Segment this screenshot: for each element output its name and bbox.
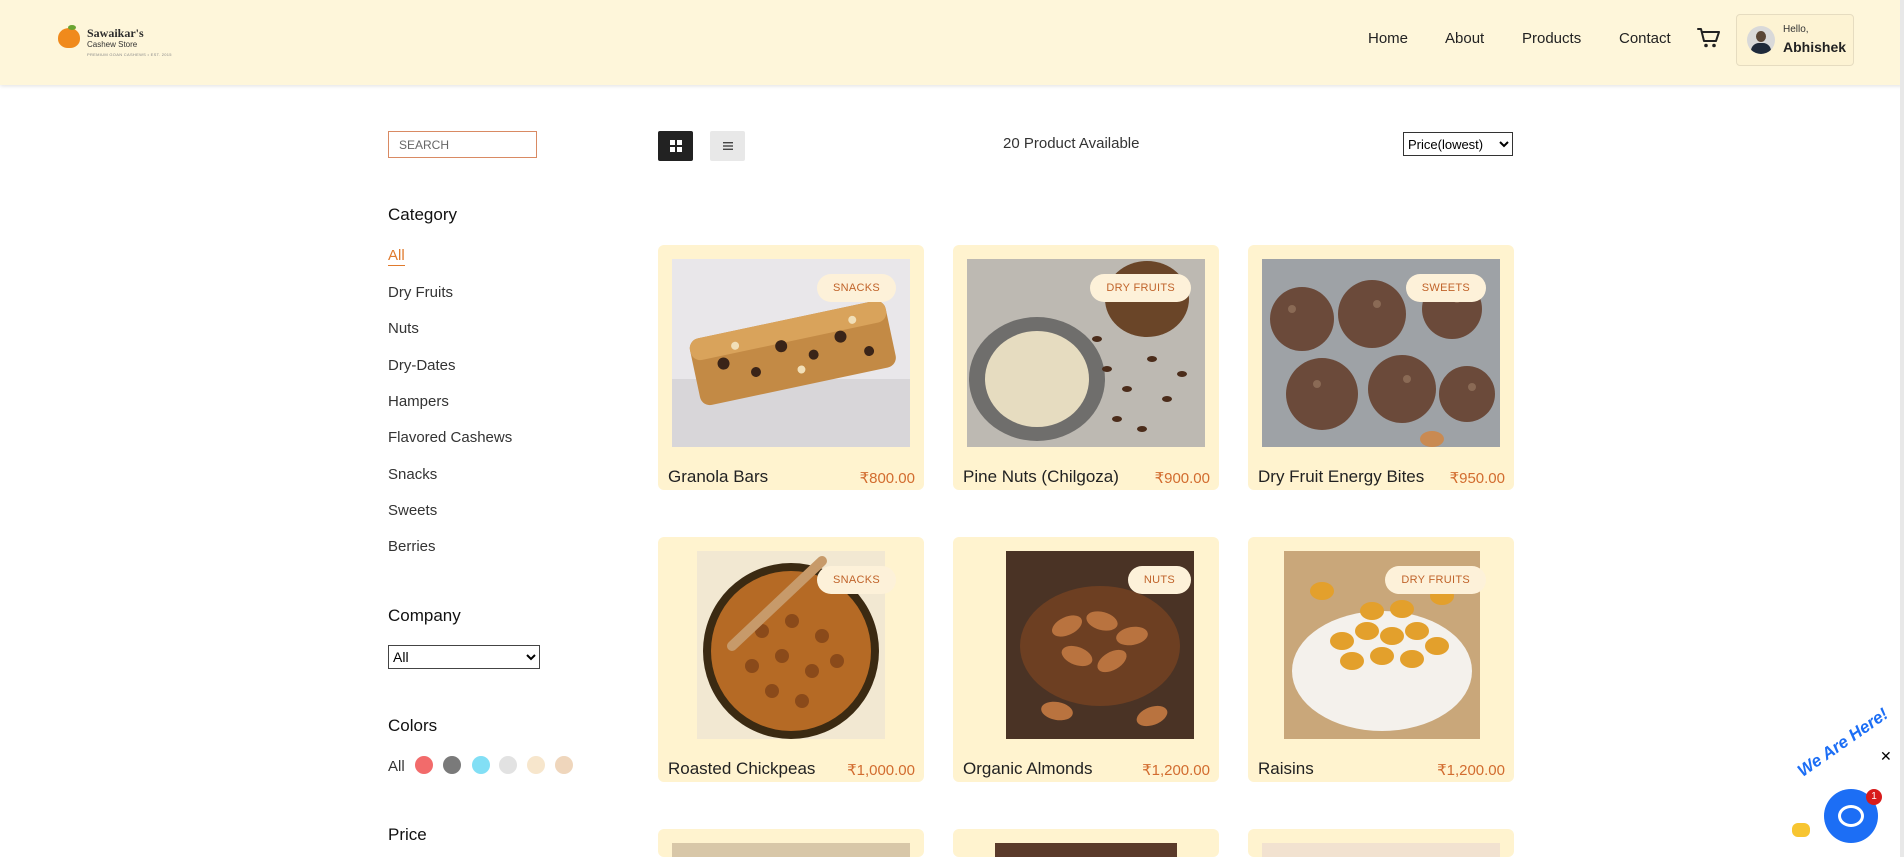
list-icon <box>722 142 733 150</box>
cashew-fruit-icon <box>58 28 80 48</box>
brand-name: Sawaikar's <box>87 26 144 40</box>
grid-icon <box>669 140 682 152</box>
product-price: ₹1,200.00 <box>1142 762 1210 779</box>
site-header: Sawaikar's Cashew Store PREMIUM GOAN CAS… <box>0 0 1904 85</box>
color-swatch-cyan[interactable] <box>472 756 490 774</box>
product-card[interactable] <box>658 829 924 857</box>
product-price: ₹800.00 <box>859 470 915 487</box>
color-swatch-light-gray[interactable] <box>499 756 517 774</box>
product-price: ₹1,200.00 <box>1437 762 1505 779</box>
category-flavored-cashews[interactable]: Flavored Cashews <box>388 429 512 446</box>
product-name: Raisins <box>1258 759 1314 778</box>
product-image <box>672 843 910 857</box>
category-hampers[interactable]: Hampers <box>388 393 449 410</box>
user-greeting: Hello, <box>1783 24 1809 35</box>
product-price: ₹950.00 <box>1449 470 1505 487</box>
category-badge: SNACKS <box>816 566 896 594</box>
category-dry-fruits[interactable]: Dry Fruits <box>388 284 453 301</box>
color-swatch-red[interactable] <box>415 756 433 774</box>
nav-home[interactable]: Home <box>1368 30 1408 47</box>
product-name: Dry Fruit Energy Bites <box>1258 467 1425 486</box>
price-title: Price <box>388 825 427 844</box>
nav-about[interactable]: About <box>1445 30 1484 47</box>
category-dry-dates[interactable]: Dry-Dates <box>388 357 456 374</box>
product-card[interactable]: SWEETS Dry Fruit Energy Bites ₹950.00 <box>1248 245 1514 490</box>
product-count: 20 Product Available <box>1003 135 1140 152</box>
category-snacks[interactable]: Snacks <box>388 466 437 483</box>
user-name: Abhishek <box>1783 39 1847 55</box>
wave-hand-icon <box>1792 823 1810 837</box>
product-price: ₹1,000.00 <box>847 762 915 779</box>
category-badge: SWEETS <box>1405 274 1486 302</box>
product-card[interactable]: SNACKS Roasted Chickpeas ₹1,000.00 <box>658 537 924 782</box>
category-sweets[interactable]: Sweets <box>388 502 437 519</box>
category-badge: SNACKS <box>816 274 896 302</box>
colors-title: Colors <box>388 716 438 735</box>
product-card[interactable] <box>953 829 1219 857</box>
product-card[interactable]: DRY FRUITS Pine Nuts (Chilgoza) ₹900.00 <box>953 245 1219 490</box>
product-image <box>1262 843 1500 857</box>
product-card[interactable]: NUTS Organic Almonds ₹1,200.00 <box>953 537 1219 782</box>
color-swatch-beige[interactable] <box>555 756 573 774</box>
chat-bubble-icon <box>1838 805 1864 827</box>
product-name: Organic Almonds <box>963 759 1093 778</box>
product-image <box>995 843 1177 857</box>
grid-view-button[interactable] <box>658 131 693 161</box>
product-card[interactable] <box>1248 829 1514 857</box>
sort-select[interactable]: Price(lowest) <box>1403 132 1513 156</box>
brand-tagline: PREMIUM GOAN CASHEWS • EST. 2015 <box>87 52 172 57</box>
product-name: Granola Bars <box>668 467 769 486</box>
product-name: Pine Nuts (Chilgoza) <box>963 467 1119 486</box>
user-menu[interactable]: Hello, Abhishek <box>1736 14 1854 66</box>
leaf-icon <box>68 25 76 30</box>
list-view-button[interactable] <box>710 131 745 161</box>
brand-subtitle: Cashew Store <box>87 40 138 49</box>
close-icon[interactable]: ✕ <box>1880 748 1892 765</box>
color-filter-all[interactable]: All <box>388 758 405 775</box>
avatar <box>1747 26 1775 54</box>
brand-logo[interactable]: Sawaikar's Cashew Store PREMIUM GOAN CAS… <box>56 22 186 62</box>
nav-products[interactable]: Products <box>1522 30 1581 47</box>
product-name: Roasted Chickpeas <box>668 759 816 778</box>
color-swatch-gray[interactable] <box>443 756 461 774</box>
search-input[interactable] <box>388 131 537 158</box>
category-berries[interactable]: Berries <box>388 538 436 555</box>
cart-icon[interactable] <box>1697 27 1721 49</box>
category-nuts[interactable]: Nuts <box>388 320 419 337</box>
chat-notification-badge: 1 <box>1866 789 1882 805</box>
company-select[interactable]: All <box>388 645 540 669</box>
company-title: Company <box>388 606 461 625</box>
category-all[interactable]: All <box>388 247 405 266</box>
category-title: Category <box>388 205 457 224</box>
category-badge: DRY FRUITS <box>1090 274 1191 302</box>
nav-contact[interactable]: Contact <box>1619 30 1671 47</box>
product-card[interactable]: DRY FRUITS Raisins ₹1,200.00 <box>1248 537 1514 782</box>
color-swatch-cream[interactable] <box>527 756 545 774</box>
chat-widget[interactable]: We Are Here! 1 ✕ <box>1788 704 1896 845</box>
page-scrollbar[interactable] <box>1900 0 1904 857</box>
chat-label: We Are Here! <box>1794 704 1892 781</box>
category-badge: NUTS <box>1127 566 1191 594</box>
product-price: ₹900.00 <box>1154 470 1210 487</box>
category-badge: DRY FRUITS <box>1385 566 1486 594</box>
product-card[interactable]: SNACKS Granola Bars ₹800.00 <box>658 245 924 490</box>
